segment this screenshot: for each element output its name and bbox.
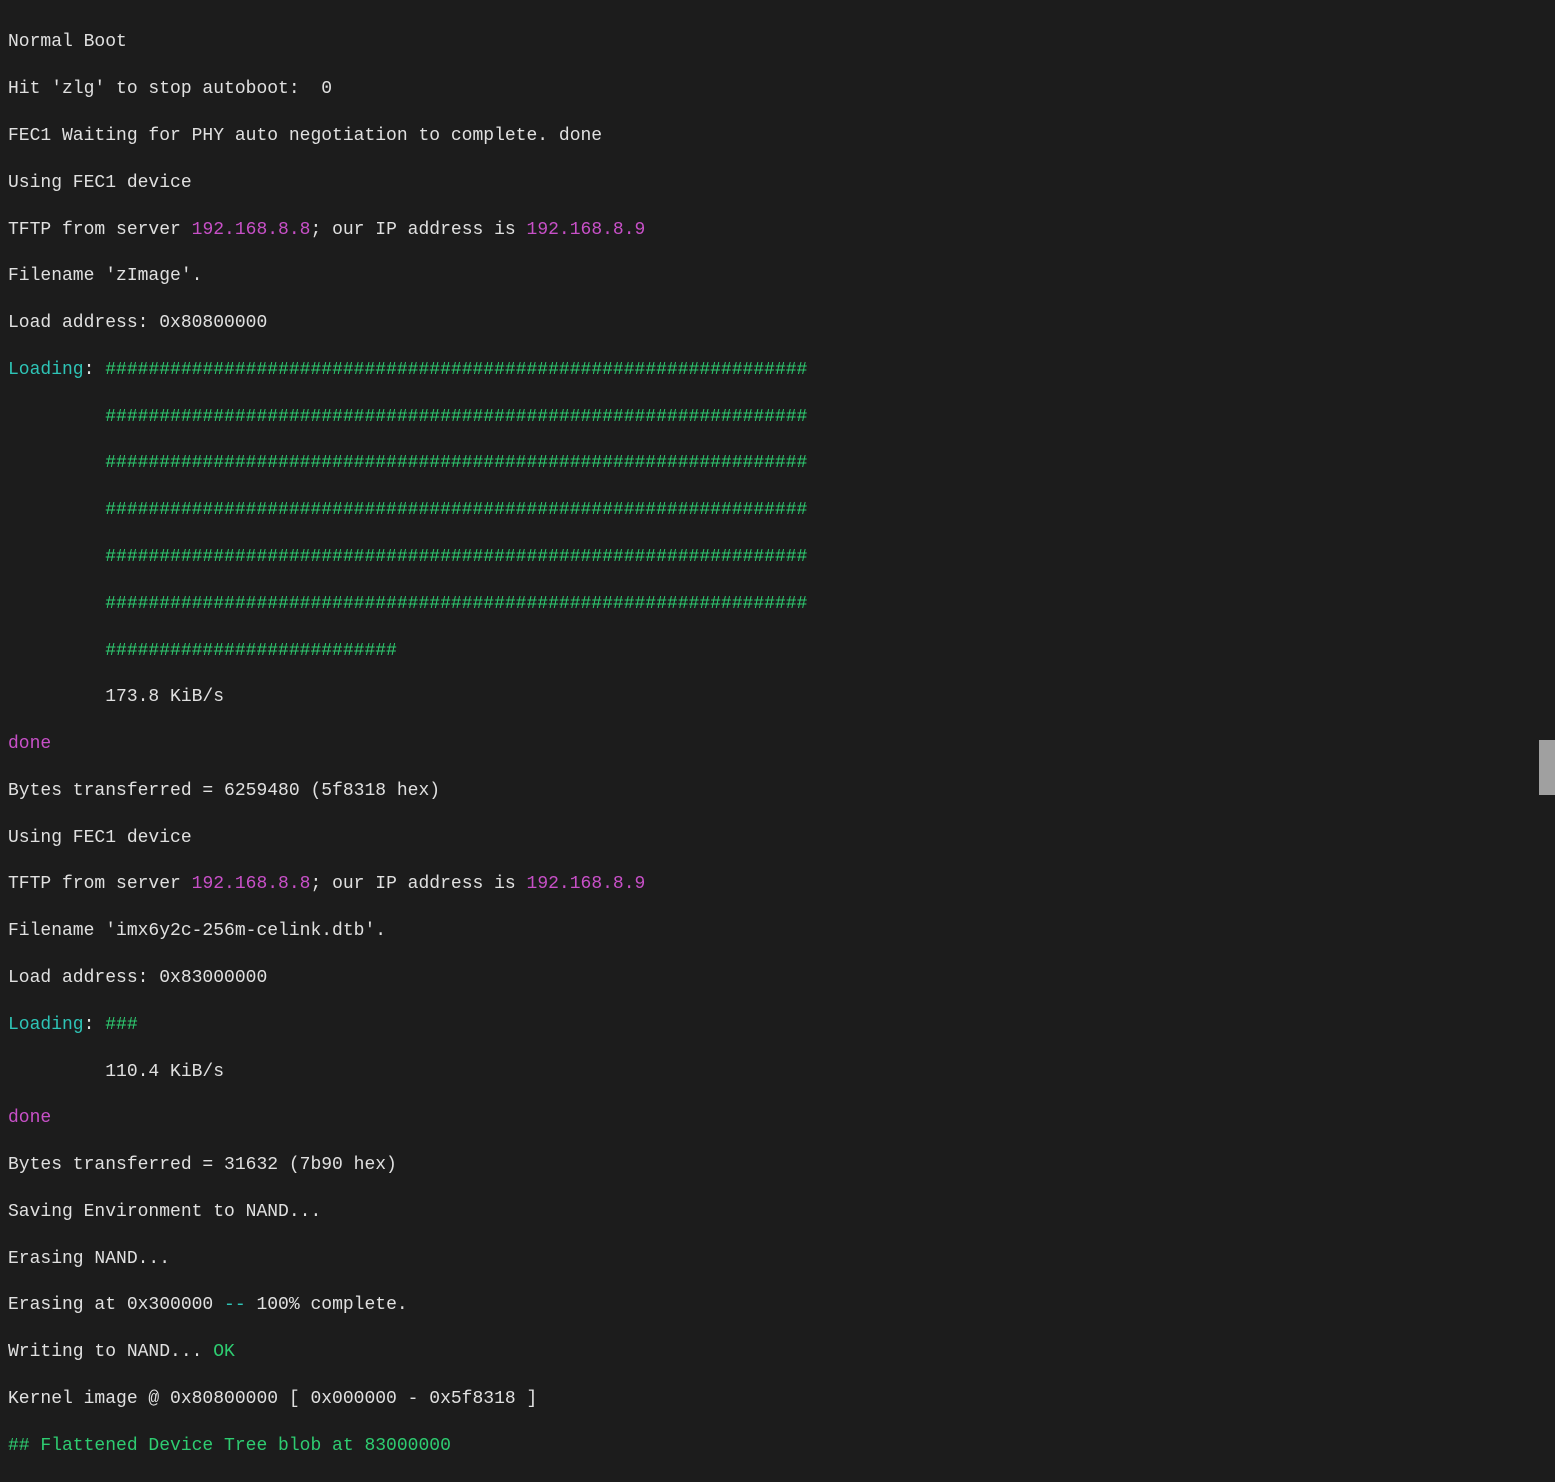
device-line: Using FEC1 device: [8, 172, 1547, 195]
terminal-output: Normal Boot Hit 'zlg' to stop autoboot: …: [8, 8, 1547, 827]
device-line: Using FEC1 device: [8, 827, 1547, 850]
loading-line: Loading: ###############################…: [8, 359, 1547, 382]
done-label: done: [8, 733, 1547, 756]
filename-line: Filename 'imx6y2c-256m-celink.dtb'.: [8, 920, 1547, 943]
kernel-image-line: Kernel image @ 0x80800000 [ 0x000000 - 0…: [8, 1388, 1547, 1411]
phy-negotiation-line: FEC1 Waiting for PHY auto negotiation to…: [8, 125, 1547, 148]
loading-sep: :: [84, 360, 106, 380]
load-address-line: Load address: 0x80800000: [8, 312, 1547, 335]
loading-line: Loading: ###: [8, 1014, 1547, 1037]
loading-sep: :: [84, 1015, 106, 1035]
progress-hashes: ########################################…: [8, 546, 1547, 569]
erasing-progress-line: Erasing at 0x300000 -- 100% complete.: [8, 1294, 1547, 1317]
tftp-prefix: TFTP from server: [8, 874, 192, 894]
tftp-prefix: TFTP from server: [8, 220, 192, 240]
progress-hashes: ########################################…: [8, 499, 1547, 522]
saving-env-line: Saving Environment to NAND...: [8, 1201, 1547, 1224]
tftp-server-line: TFTP from server 192.168.8.8; our IP add…: [8, 219, 1547, 242]
progress-hashes: ########################################…: [8, 593, 1547, 616]
erasing-prefix: Erasing at 0x300000: [8, 1295, 224, 1315]
boot-line: Normal Boot: [8, 31, 1547, 54]
server-ip: 192.168.8.8: [192, 220, 311, 240]
progress-hashes: ###########################: [8, 640, 1547, 663]
transfer-speed: 173.8 KiB/s: [8, 686, 1547, 709]
autoboot-line: Hit 'zlg' to stop autoboot: 0: [8, 78, 1547, 101]
done-label: done: [8, 1107, 1547, 1130]
writing-nand-line: Writing to NAND... OK: [8, 1341, 1547, 1364]
writing-prefix: Writing to NAND...: [8, 1342, 213, 1362]
loading-label: Loading: [8, 1015, 84, 1035]
ok-label: OK: [213, 1342, 235, 1362]
transfer-speed: 110.4 KiB/s: [8, 1061, 1547, 1084]
bytes-transferred-line: Bytes transferred = 31632 (7b90 hex): [8, 1154, 1547, 1177]
our-ip: 192.168.8.9: [527, 874, 646, 894]
erasing-nand-line: Erasing NAND...: [8, 1248, 1547, 1271]
filename-line: Filename 'zImage'.: [8, 265, 1547, 288]
progress-hashes: ########################################…: [8, 406, 1547, 429]
scrollbar-thumb[interactable]: [1539, 740, 1555, 795]
server-ip: 192.168.8.8: [192, 874, 311, 894]
dash-dash: --: [224, 1295, 246, 1315]
our-ip: 192.168.8.9: [527, 220, 646, 240]
progress-hashes: ###: [105, 1015, 137, 1035]
erasing-suffix: 100% complete.: [246, 1295, 408, 1315]
tftp-server-line: TFTP from server 192.168.8.8; our IP add…: [8, 873, 1547, 896]
load-address-line: Load address: 0x83000000: [8, 967, 1547, 990]
ip-mid: ; our IP address is: [310, 874, 526, 894]
fdt-blob-line: ## Flattened Device Tree blob at 8300000…: [8, 1435, 1547, 1458]
ip-mid: ; our IP address is: [310, 220, 526, 240]
bytes-transferred-line: Bytes transferred = 6259480 (5f8318 hex): [8, 780, 1547, 803]
progress-hashes: ########################################…: [8, 452, 1547, 475]
loading-label: Loading: [8, 360, 84, 380]
progress-hashes: ########################################…: [105, 360, 807, 380]
